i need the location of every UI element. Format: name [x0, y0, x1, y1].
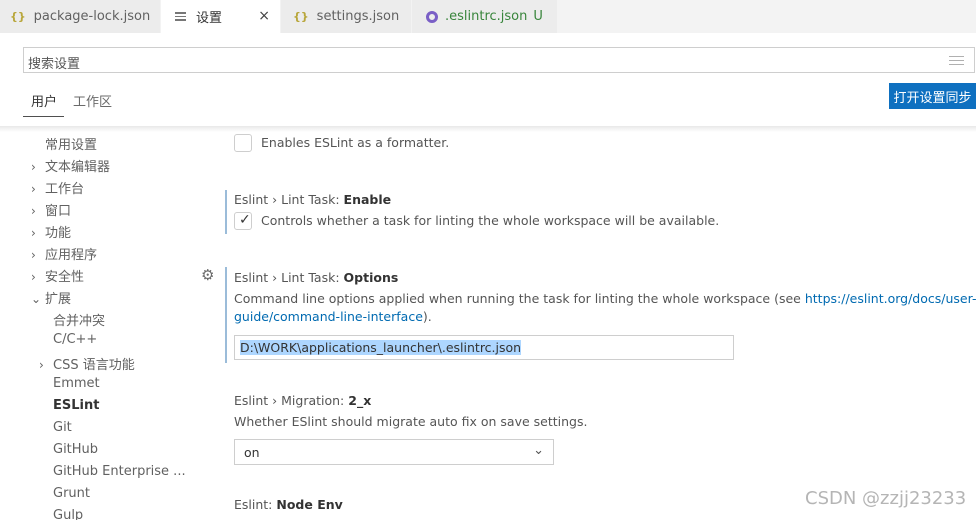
toc-item-github[interactable]: GitHub	[39, 442, 98, 457]
toc-item-text-editor[interactable]: › 文本编辑器	[31, 156, 110, 175]
toc-item-github-enterprise[interactable]: GitHub Enterprise ...	[39, 464, 186, 479]
toc-item-security[interactable]: › 安全性	[31, 266, 84, 285]
chevron-down-icon: ⌄	[31, 292, 42, 306]
filter-icon[interactable]	[949, 56, 964, 68]
eslint-icon	[426, 10, 438, 23]
migration-title: Eslint › Migration: 2_x	[234, 393, 372, 408]
toc-item-extensions[interactable]: ⌄ 扩展	[31, 288, 71, 307]
input-value: D:\WORK\applications_launcher\.eslintrc.…	[240, 340, 522, 355]
toc-item-gulp[interactable]: Gulp	[39, 508, 83, 520]
toc-item-features[interactable]: › 功能	[31, 222, 71, 241]
check-icon: ✓	[239, 212, 251, 228]
settings-lines-icon	[175, 10, 186, 23]
toc-item-grunt[interactable]: Grunt	[39, 486, 90, 501]
formatter-checkbox[interactable]	[234, 134, 252, 152]
tab-user-scope[interactable]: 用户	[31, 91, 57, 110]
docs-link-cont[interactable]: guide/command-line-interface	[234, 309, 423, 324]
chevron-right-icon: ›	[31, 182, 36, 196]
tab-label: 设置	[196, 11, 223, 26]
node-env-title: Eslint: Node Env	[234, 497, 343, 512]
close-icon[interactable]: ×	[258, 8, 270, 24]
chevron-right-icon: ›	[31, 204, 36, 218]
docs-link[interactable]: https://eslint.org/docs/user-	[805, 291, 976, 306]
toc-item-application[interactable]: › 应用程序	[31, 244, 97, 263]
chevron-right-icon: ›	[39, 358, 44, 372]
chevron-down-icon: ⌄	[533, 443, 544, 458]
tab-settings[interactable]: 设置 ×	[161, 0, 280, 33]
tab-package-lock-json[interactable]: {} package-lock.json	[0, 0, 160, 33]
formatter-description: Enables ESLint as a formatter.	[261, 135, 450, 150]
setting-focus-indicator	[225, 267, 227, 363]
lint-task-enable-title: Eslint › Lint Task: Enable	[234, 192, 392, 207]
chevron-right-icon: ›	[31, 270, 36, 284]
toc-item-eslint[interactable]: ESLint	[39, 398, 99, 413]
lint-task-options-description: Command line options applied when runnin…	[234, 291, 976, 306]
gear-icon[interactable]: ⚙	[201, 266, 214, 284]
header-shadow	[0, 126, 976, 132]
migration-select[interactable]: on ⌄	[234, 439, 554, 465]
watermark: CSDN @zzjj23233	[805, 488, 967, 509]
search-placeholder: 搜索设置	[28, 57, 81, 72]
chevron-right-icon: ›	[31, 248, 36, 262]
tab-settings-json[interactable]: {} settings.json	[281, 0, 411, 33]
json-braces-icon: {}	[10, 10, 26, 23]
toc-item-cpp[interactable]: C/C++	[39, 332, 97, 347]
chevron-right-icon: ›	[31, 226, 36, 240]
lint-task-options-description-cont: guide/command-line-interface).	[234, 309, 432, 324]
search-settings-input[interactable]: 搜索设置	[23, 47, 975, 73]
select-value: on	[244, 445, 260, 460]
active-scope-indicator	[23, 116, 64, 117]
toc-item-emmet[interactable]: Emmet	[39, 376, 100, 391]
editor-tab-bar: {} package-lock.json 设置 × {} settings.js…	[0, 0, 976, 33]
git-status-badge: U	[533, 9, 543, 24]
json-braces-icon: {}	[293, 10, 309, 23]
lint-task-enable-description: Controls whether a task for linting the …	[261, 213, 720, 228]
tab-label: .eslintrc.json	[445, 9, 528, 24]
settings-sync-button[interactable]: 打开设置同步	[889, 83, 976, 109]
lint-task-options-title: Eslint › Lint Task: Options	[234, 270, 399, 285]
lint-task-enable-checkbox[interactable]: ✓	[234, 212, 252, 230]
migration-description: Whether ESlint should migrate auto fix o…	[234, 414, 588, 429]
tab-eslintrc-json[interactable]: .eslintrc.json U	[412, 0, 557, 33]
toc-item-workbench[interactable]: › 工作台	[31, 178, 84, 197]
lint-task-options-input[interactable]: D:\WORK\applications_launcher\.eslintrc.…	[234, 335, 734, 360]
tab-label: settings.json	[316, 9, 400, 24]
toc-item-merge-conflict[interactable]: 合并冲突	[39, 310, 105, 329]
toc-item-window[interactable]: › 窗口	[31, 200, 71, 219]
toc-item-css[interactable]: › CSS 语言功能	[39, 354, 135, 373]
toc-item-git[interactable]: Git	[39, 420, 72, 435]
toc-item-common[interactable]: 常用设置	[31, 134, 97, 153]
tab-label: package-lock.json	[33, 9, 151, 24]
setting-focus-indicator	[225, 190, 227, 234]
chevron-right-icon: ›	[31, 160, 36, 174]
tab-workspace-scope[interactable]: 工作区	[73, 91, 112, 110]
